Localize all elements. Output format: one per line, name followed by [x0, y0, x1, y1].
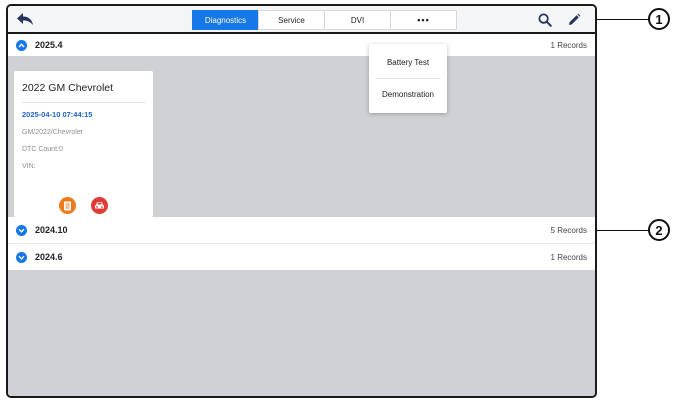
search-icon	[538, 13, 552, 27]
callout-leader-line	[597, 19, 650, 20]
chevron-down-icon	[16, 224, 27, 236]
report-icon	[64, 201, 71, 210]
vehicle-button[interactable]	[91, 197, 108, 214]
callout-marker: 1	[648, 8, 670, 30]
group-header-2024-6[interactable]: 2024.6 1 Records	[8, 244, 595, 270]
card-vehicle-title: 2022 GM Chevrolet	[22, 82, 114, 94]
chevron-down-icon	[16, 251, 27, 263]
callout-leader-line	[597, 230, 650, 231]
menu-item-demonstration[interactable]: Demonstration	[369, 79, 447, 110]
tab-diagnostics[interactable]: Diagnostics	[192, 10, 259, 30]
card-vin: VIN:	[22, 163, 36, 170]
group-title: 2024.6	[35, 252, 63, 262]
card-divider	[22, 102, 145, 103]
tab-service[interactable]: Service	[258, 10, 325, 30]
edit-button[interactable]	[564, 10, 584, 30]
vehicle-icon	[95, 202, 104, 209]
chevron-up-icon	[16, 39, 27, 51]
top-toolbar: Diagnostics Service DVI •••	[8, 6, 595, 34]
card-datetime: 2025-04-10 07:44:15	[22, 110, 93, 119]
edit-pencil-icon	[569, 13, 581, 25]
group-record-count: 1 Records	[550, 40, 587, 50]
more-menu-dropdown: Battery Test Demonstration	[369, 44, 447, 113]
group-header-2024-10[interactable]: 2024.10 5 Records	[8, 217, 595, 243]
records-list: 2025.4 1 Records 2022 GM Chevrolet 2025-…	[8, 34, 595, 396]
back-button[interactable]	[14, 9, 36, 29]
back-arrow-icon	[17, 13, 33, 25]
group-title: 2024.10	[35, 225, 68, 235]
tablet-screen: Diagnostics Service DVI ••• 2025.4 1 Rec…	[6, 4, 597, 398]
callout-marker: 2	[648, 219, 670, 241]
menu-item-battery-test[interactable]: Battery Test	[369, 47, 447, 78]
group-record-count: 1 Records	[550, 252, 587, 262]
tab-dvi[interactable]: DVI	[324, 10, 391, 30]
group-title: 2025.4	[35, 40, 63, 50]
tab-more[interactable]: •••	[390, 10, 457, 30]
tab-bar: Diagnostics Service DVI •••	[192, 10, 457, 30]
card-dtc-count: DTC Count:0	[22, 146, 63, 153]
vehicle-record-card[interactable]: 2022 GM Chevrolet 2025-04-10 07:44:15 GM…	[14, 71, 153, 217]
group-record-count: 5 Records	[550, 225, 587, 235]
search-button[interactable]	[535, 10, 555, 30]
card-vehicle-path: GM/2022/Chevrolet	[22, 129, 83, 136]
group-header-2025-4[interactable]: 2025.4 1 Records	[8, 34, 595, 56]
report-button[interactable]	[59, 197, 76, 214]
